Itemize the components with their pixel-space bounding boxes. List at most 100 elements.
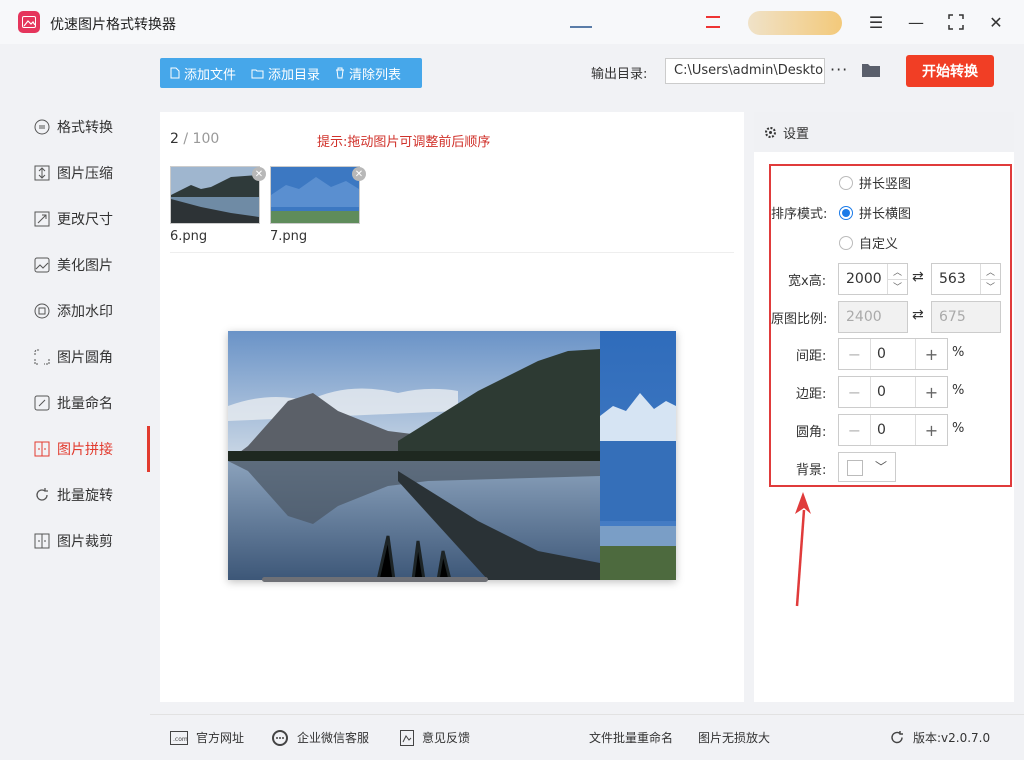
thumbnail-7[interactable] bbox=[270, 166, 360, 224]
annotation-arrow-icon bbox=[795, 492, 811, 607]
thumbnail-6[interactable] bbox=[170, 166, 260, 224]
divider bbox=[170, 252, 734, 253]
sidebar-item-label: 美化图片 bbox=[57, 258, 113, 274]
feedback-label: 意见反馈 bbox=[422, 731, 471, 745]
sidebar-item-compress[interactable]: 图片压缩 bbox=[0, 150, 150, 196]
website-link[interactable]: .com 官方网址 bbox=[170, 729, 244, 746]
radio-dot bbox=[839, 205, 853, 220]
sidebar-item-rotate[interactable]: 批量旋转 bbox=[0, 472, 150, 518]
output-dir-label: 输出目录: bbox=[591, 67, 648, 82]
sidebar-item-beautify[interactable]: 美化图片 bbox=[0, 242, 150, 288]
radio-dot bbox=[839, 235, 853, 250]
background-label: 背景: bbox=[796, 463, 827, 478]
mode-label: 自定义 bbox=[859, 237, 899, 252]
sidebar-item-label: 更改尺寸 bbox=[57, 212, 113, 228]
feedback-icon bbox=[400, 729, 414, 746]
open-folder-icon[interactable] bbox=[861, 62, 881, 82]
clear-list-label: 清除列表 bbox=[349, 67, 402, 83]
margin-label: 边距: bbox=[796, 387, 827, 402]
increment-icon[interactable]: ︿ bbox=[981, 264, 1000, 280]
wechat-support-link[interactable]: 企业微信客服 bbox=[271, 729, 369, 746]
minus-icon[interactable]: − bbox=[839, 377, 871, 407]
mode-label: 拼长竖图 bbox=[859, 177, 912, 192]
app-logo-icon bbox=[18, 11, 40, 33]
sidebar-item-label: 批量旋转 bbox=[57, 488, 113, 504]
compress-icon bbox=[33, 164, 51, 182]
maximize-icon[interactable] bbox=[944, 10, 968, 34]
stitch-preview bbox=[228, 331, 676, 580]
thumbnail-name: 7.png bbox=[270, 229, 308, 244]
app-title: 优速图片格式转换器 bbox=[50, 17, 176, 33]
increment-icon[interactable]: ︿ bbox=[888, 264, 907, 280]
close-icon[interactable]: ✕ bbox=[984, 10, 1008, 34]
sidebar-item-label: 图片裁剪 bbox=[57, 534, 113, 550]
percent-unit: % bbox=[952, 383, 965, 398]
folder-outline-icon bbox=[251, 68, 264, 79]
beautify-icon bbox=[33, 256, 51, 274]
file-icon bbox=[170, 67, 180, 79]
feedback-link[interactable]: 意见反馈 bbox=[400, 729, 470, 746]
menu-icon[interactable]: ☰ bbox=[864, 10, 888, 34]
corner-value: 0 bbox=[877, 422, 886, 438]
upgrade-badge[interactable] bbox=[748, 11, 842, 35]
width-input[interactable]: 2000 ︿ ﹀ bbox=[838, 263, 908, 295]
settings-title: 设置 bbox=[783, 126, 810, 142]
sidebar-item-watermark[interactable]: 添加水印 bbox=[0, 288, 150, 334]
watermark-icon bbox=[33, 302, 51, 320]
output-path-field[interactable]: C:\Users\admin\Desktop bbox=[665, 58, 825, 84]
plus-icon[interactable]: + bbox=[915, 339, 947, 369]
sidebar-item-rename[interactable]: 批量命名 bbox=[0, 380, 150, 426]
margin-value: 0 bbox=[877, 384, 886, 400]
start-convert-button[interactable]: 开始转换 bbox=[906, 55, 994, 87]
clear-list-button[interactable]: 清除列表 bbox=[335, 64, 401, 83]
gear-icon bbox=[764, 126, 777, 139]
background-color-picker[interactable]: ﹀ bbox=[838, 452, 896, 482]
decrement-icon[interactable]: ﹀ bbox=[981, 280, 1000, 295]
gift-icon[interactable] bbox=[706, 16, 720, 28]
remove-thumbnail-6-icon[interactable]: ✕ bbox=[252, 167, 266, 181]
file-count: 2 / 100 bbox=[170, 131, 219, 147]
batch-rename-link[interactable]: 文件批量重命名 bbox=[589, 729, 673, 746]
file-count-value: 2 bbox=[170, 131, 179, 147]
minus-icon[interactable]: − bbox=[839, 339, 871, 369]
add-folder-button[interactable]: 添加目录 bbox=[251, 64, 320, 83]
sidebar-item-crop[interactable]: 图片裁剪 bbox=[0, 518, 150, 564]
minimize-icon[interactable]: — bbox=[904, 10, 928, 34]
swap-ratio-icon[interactable]: ⇄ bbox=[912, 307, 924, 323]
sidebar-item-resize[interactable]: 更改尺寸 bbox=[0, 196, 150, 242]
plus-icon[interactable]: + bbox=[915, 415, 947, 445]
mode-vertical-radio[interactable]: 拼长竖图 bbox=[839, 173, 911, 192]
lossless-label: 图片无损放大 bbox=[698, 731, 771, 745]
sidebar-item-rounded-corner[interactable]: 图片圆角 bbox=[0, 334, 150, 380]
add-file-label: 添加文件 bbox=[184, 67, 237, 83]
mode-horizontal-radio[interactable]: 拼长横图 bbox=[839, 203, 911, 222]
height-input[interactable]: 563 ︿ ﹀ bbox=[931, 263, 1001, 295]
remove-thumbnail-7-icon[interactable]: ✕ bbox=[352, 167, 366, 181]
refresh-icon bbox=[890, 730, 905, 745]
swap-size-icon[interactable]: ⇄ bbox=[912, 269, 924, 285]
plus-icon[interactable]: + bbox=[915, 377, 947, 407]
sidebar-item-label: 图片压缩 bbox=[57, 166, 113, 182]
thumbnail-image bbox=[171, 167, 259, 223]
thumbnail-name: 6.png bbox=[170, 229, 208, 244]
add-file-button[interactable]: 添加文件 bbox=[170, 64, 236, 83]
decrement-icon[interactable]: ﹀ bbox=[888, 280, 907, 295]
mode-custom-radio[interactable]: 自定义 bbox=[839, 233, 898, 252]
title-bar: 优速图片格式转换器 ☰ — ✕ bbox=[0, 0, 1024, 44]
spacing-stepper[interactable]: −0 + bbox=[838, 338, 948, 370]
sidebar-item-stitch[interactable]: 图片拼接 bbox=[0, 426, 150, 472]
sidebar-item-format-convert[interactable]: 格式转换 bbox=[0, 104, 150, 150]
vip-icon[interactable] bbox=[570, 16, 592, 28]
lossless-upscale-link[interactable]: 图片无损放大 bbox=[698, 729, 770, 746]
resize-icon bbox=[33, 210, 51, 228]
color-swatch bbox=[847, 460, 863, 476]
add-folder-label: 添加目录 bbox=[268, 67, 321, 83]
preview-scrollbar[interactable] bbox=[262, 577, 488, 582]
minus-icon[interactable]: − bbox=[839, 415, 871, 445]
sidebar: 格式转换 图片压缩 更改尺寸 美化图片 添加水印 图片圆角 批量命名 图片拼接 … bbox=[0, 44, 150, 714]
sidebar-item-label: 图片拼接 bbox=[57, 442, 113, 458]
browse-more-button[interactable]: ··· bbox=[830, 60, 848, 79]
margin-stepper[interactable]: −0 + bbox=[838, 376, 948, 408]
version-info[interactable]: 版本:v2.0.7.0 bbox=[890, 729, 990, 746]
corner-stepper[interactable]: −0 + bbox=[838, 414, 948, 446]
